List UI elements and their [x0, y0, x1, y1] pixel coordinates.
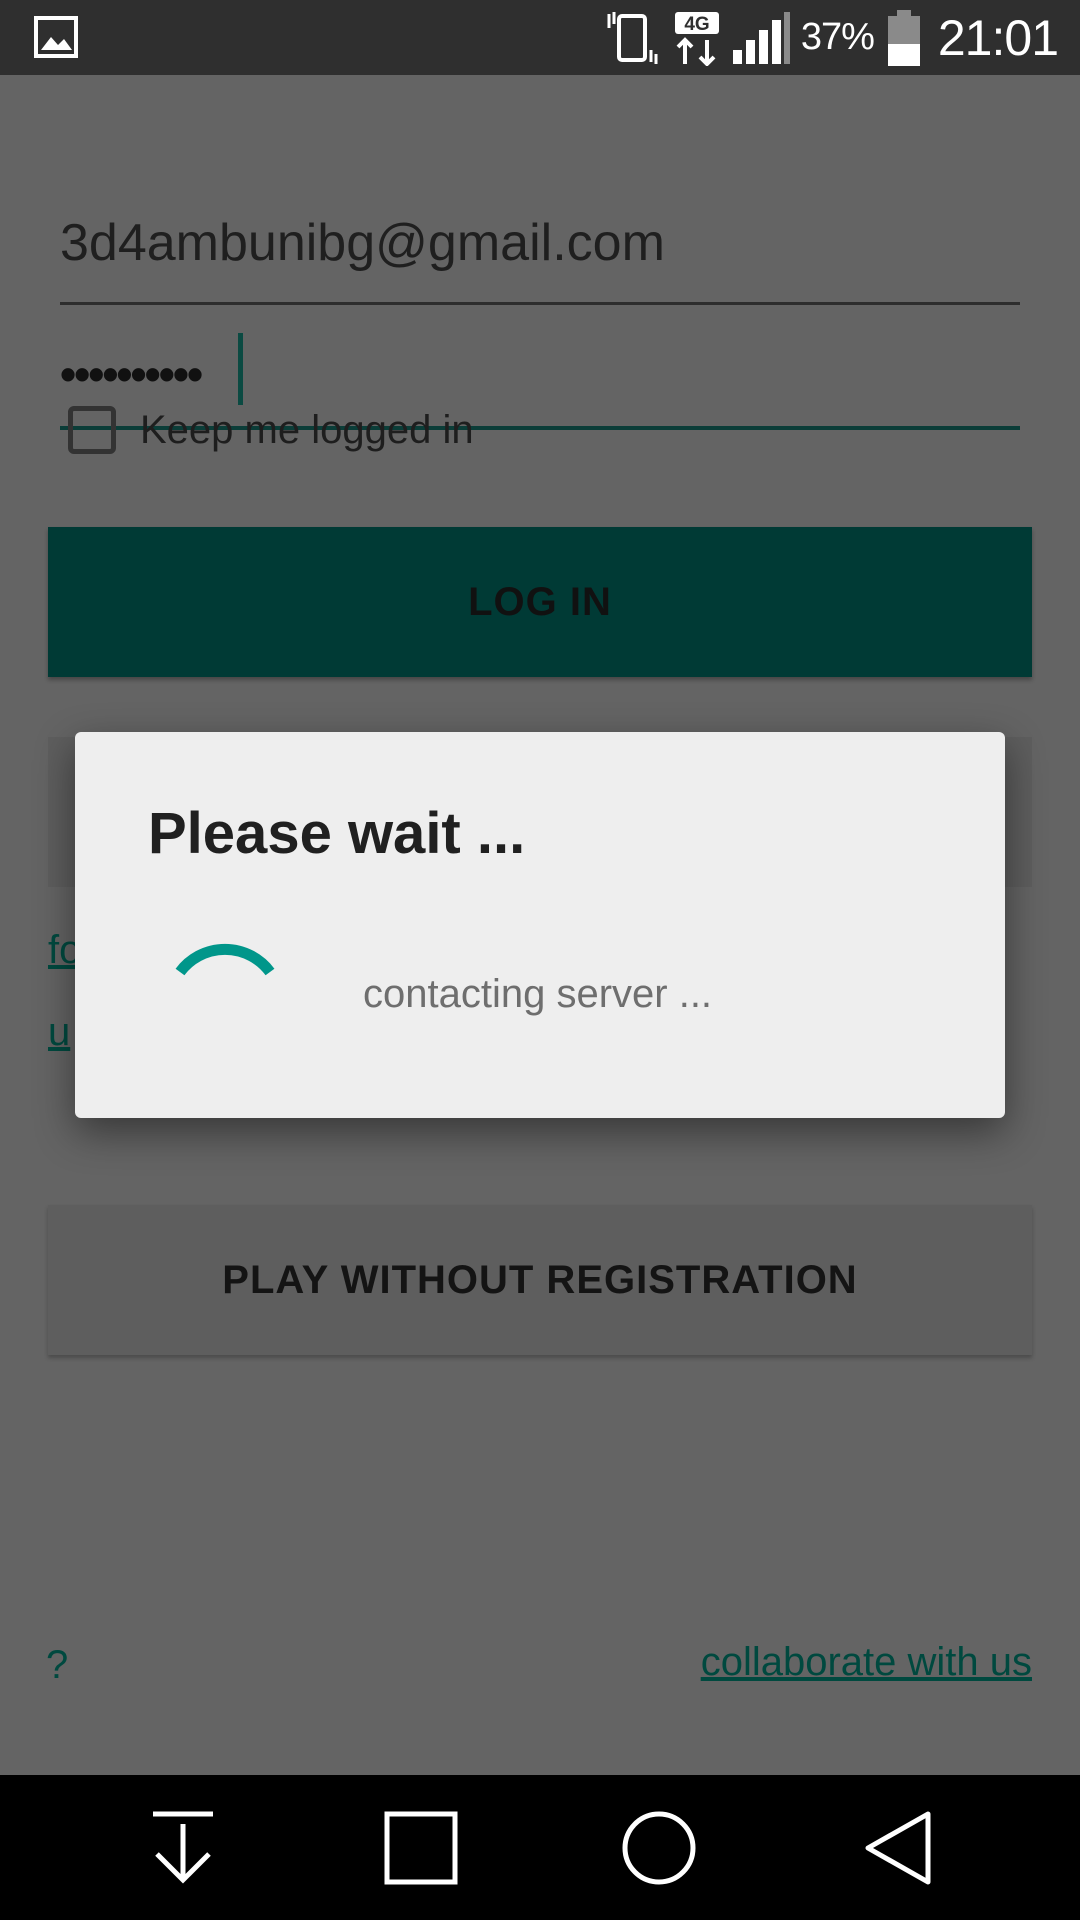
keep-logged-in-label: Keep me logged in — [140, 407, 474, 452]
collaborate-link[interactable]: collaborate with us — [701, 1640, 1032, 1685]
clock: 21:01 — [937, 9, 1059, 66]
vibrate-icon — [607, 11, 658, 64]
home-icon[interactable] — [619, 1808, 699, 1888]
help-link[interactable]: ? — [46, 1643, 68, 1688]
svg-text:4G: 4G — [684, 14, 709, 35]
progress-dialog: Please wait ... contacting server ... — [75, 732, 1005, 1118]
signal-icon — [732, 11, 790, 64]
play-without-registration-button[interactable]: PLAY WITHOUT REGISTRATION — [48, 1205, 1032, 1355]
register-link[interactable]: u — [48, 1010, 70, 1055]
dialog-title: Please wait ... — [148, 801, 526, 866]
recents-icon[interactable] — [381, 1808, 461, 1888]
download-icon[interactable] — [143, 1808, 223, 1888]
keep-logged-in-row[interactable]: Keep me logged in — [68, 390, 474, 470]
battery-icon — [887, 9, 920, 66]
keep-logged-in-checkbox[interactable] — [68, 406, 116, 454]
dialog-message: contacting server ... — [363, 972, 713, 1016]
navigation-bar — [0, 1775, 1080, 1920]
gallery-icon — [34, 16, 78, 58]
login-button[interactable]: LOG IN — [48, 527, 1032, 677]
network-4g-icon: 4G — [674, 11, 719, 66]
status-bar: 4G 37% 21:01 — [0, 0, 1080, 75]
loading-spinner-icon — [175, 943, 275, 976]
battery-percent: 37% — [800, 16, 875, 58]
email-field[interactable]: 3d4ambunibg@gmail.com — [60, 145, 1020, 305]
back-icon[interactable] — [858, 1808, 938, 1888]
email-value: 3d4ambunibg@gmail.com — [60, 214, 665, 272]
